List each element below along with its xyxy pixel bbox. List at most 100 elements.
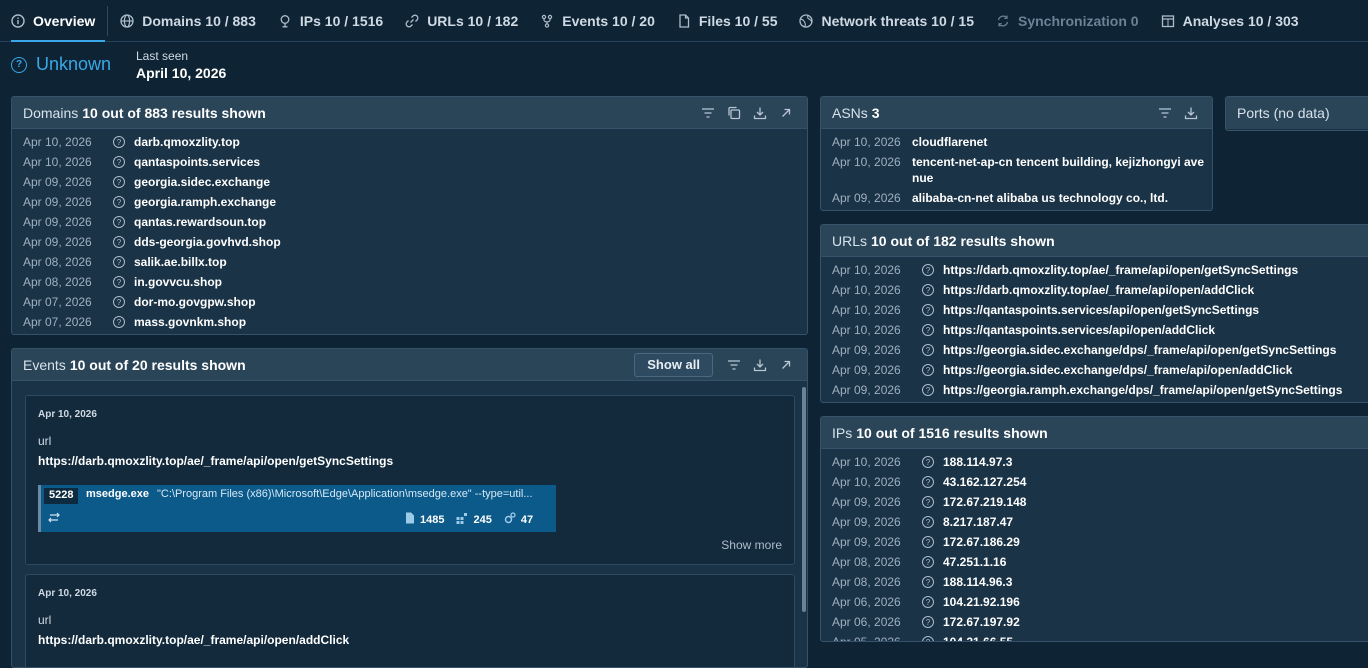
row-value[interactable]: 188.114.96.3 [943, 575, 1012, 589]
download-icon[interactable] [747, 355, 773, 375]
row-value[interactable]: 172.67.219.148 [943, 495, 1026, 509]
filter-icon[interactable] [721, 355, 747, 375]
filter-icon[interactable] [1152, 103, 1178, 123]
list-item[interactable]: Apr 10, 2026? darb.qmoxzlity.top [23, 132, 807, 152]
row-value[interactable]: 172.67.186.29 [943, 535, 1020, 549]
row-value[interactable]: https://georgia.ramph.exchange/dps/_fram… [943, 383, 1342, 397]
expand-arrow-icon[interactable] [773, 355, 799, 375]
row-date: Apr 09, 2026 [23, 175, 92, 189]
list-item[interactable]: Apr 05, 2026? 104.21.66.55 [832, 632, 1368, 641]
scrollbar[interactable] [802, 387, 806, 612]
list-item[interactable]: Apr 08, 2026? salik.ae.billx.top [23, 252, 807, 272]
tab-events[interactable]: Events 10 / 20 [540, 0, 655, 42]
list-item[interactable]: Apr 10, 2026? qantaspoints.services [23, 152, 807, 172]
tab-overview[interactable]: Overview [11, 0, 106, 42]
row-value[interactable]: dds-georgia.govhvd.shop [134, 235, 281, 249]
list-item[interactable]: Apr 06, 2026? 104.21.92.196 [832, 592, 1368, 612]
tab-analyses[interactable]: Analyses 10 / 303 [1161, 0, 1299, 42]
row-value[interactable]: in.govvcu.shop [134, 275, 222, 289]
row-value[interactable]: salik.ae.billx.top [134, 255, 227, 269]
tab-label: Files 10 / 55 [698, 12, 778, 29]
event-card[interactable]: Apr 10, 2026 url https://darb.qmoxzlity.… [25, 574, 795, 667]
row-value[interactable]: 104.21.92.196 [943, 595, 1020, 609]
expand-arrow-icon[interactable] [773, 103, 799, 123]
row-value[interactable]: dor-mo.govgpw.shop [134, 295, 256, 309]
download-icon[interactable] [747, 103, 773, 123]
row-value[interactable]: georgia.sidec.exchange [134, 175, 270, 189]
list-item[interactable]: Apr 09, 2026? qantas.rewardsoun.top [23, 212, 807, 232]
list-item[interactable]: Apr 09, 2026? georgia.ramph.exchange [23, 192, 807, 212]
events-panel-header: Events 10 out of 20 results shown Show a… [12, 349, 807, 381]
copy-icon[interactable] [721, 103, 747, 123]
question-icon: ? [922, 264, 934, 276]
row-value[interactable]: 172.67.197.92 [943, 615, 1020, 629]
row-value[interactable]: 43.162.127.254 [943, 475, 1026, 489]
row-value[interactable]: 47.251.1.16 [943, 555, 1006, 569]
row-date: Apr 10, 2026 [23, 155, 92, 169]
row-value[interactable]: https://georgia.sidec.exchange/dps/_fram… [943, 363, 1292, 377]
row-value[interactable]: qantas.rewardsoun.top [134, 215, 266, 229]
list-item[interactable]: Apr 09, 2026? georgia.sidec.exchange [23, 172, 807, 192]
list-item[interactable]: Apr 10, 2026 tencent-net-ap-cn tencent b… [832, 152, 1212, 169]
tab-ips[interactable]: IPs 10 / 1516 [278, 0, 383, 42]
row-value[interactable]: https://darb.qmoxzlity.top/ae/_frame/api… [943, 263, 1298, 277]
row-date: Apr 09, 2026 [832, 363, 901, 377]
panel-title: Events [23, 356, 66, 373]
list-item[interactable]: Apr 09, 2026 alibaba-cn-net alibaba us t… [832, 188, 1212, 208]
row-value[interactable]: https://georgia.sidec.exchange/dps/_fram… [943, 343, 1336, 357]
tab-synchronization[interactable]: Synchronization 0 [996, 0, 1139, 42]
list-item[interactable]: Apr 10, 2026? 188.114.97.3 [832, 452, 1368, 472]
tab-network-threats[interactable]: Network threats 10 / 15 [799, 0, 974, 42]
tab-domains[interactable]: Domains 10 / 883 [120, 0, 256, 42]
list-item[interactable]: Apr 08, 2026? 47.251.1.16 [832, 552, 1368, 572]
event-date: Apr 10, 2026 [38, 588, 97, 599]
list-item[interactable]: Apr 08, 2026? in.govvcu.shop [23, 272, 807, 292]
row-value[interactable]: 188.114.97.3 [943, 455, 1012, 469]
list-item[interactable]: Apr 10, 2026? https://darb.qmoxzlity.top/… [832, 260, 1368, 280]
list-item[interactable]: Apr 09, 2026? 172.67.186.29 [832, 532, 1368, 552]
list-item[interactable]: Apr 06, 2026? 172.67.197.92 [832, 612, 1368, 632]
download-icon[interactable] [1178, 103, 1204, 123]
row-value[interactable]: qantaspoints.services [134, 155, 260, 169]
filter-icon[interactable] [695, 103, 721, 123]
swap-arrows-icon[interactable] [47, 512, 61, 527]
list-item[interactable]: Apr 10, 2026? https://darb.qmoxzlity.top/… [832, 280, 1368, 300]
list-item[interactable]: Apr 10, 2026? 43.162.127.254 [832, 472, 1368, 492]
row-value[interactable]: darb.qmoxzlity.top [134, 135, 240, 149]
row-value[interactable]: 8.217.187.47 [943, 515, 1013, 529]
list-item[interactable]: Apr 10, 2026? https://qantaspoints.servic… [832, 300, 1368, 320]
last-seen-value: April 10, 2026 [136, 65, 227, 81]
row-value[interactable]: https://qantaspoints.services/api/open/a… [943, 323, 1215, 337]
row-value[interactable]: https://darb.qmoxzlity.top/ae/_frame/api… [943, 283, 1254, 297]
show-more-link[interactable]: Show more [721, 538, 782, 552]
list-item[interactable]: Apr 07, 2026? mass.govnkm.shop [23, 312, 807, 332]
list-item[interactable]: Apr 08, 2026? 188.114.96.3 [832, 572, 1368, 592]
process-stats-row: 1485 245 47 [41, 507, 556, 532]
location-pin-icon [278, 14, 292, 28]
list-item[interactable]: Apr 10, 2026? https://qantaspoints.servic… [832, 320, 1368, 340]
process-stats: 1485 245 47 [405, 507, 546, 532]
tab-files[interactable]: Files 10 / 55 [677, 0, 778, 42]
question-icon: ? [922, 344, 934, 356]
row-value[interactable]: georgia.ramph.exchange [134, 195, 276, 209]
row-value[interactable]: mass.govnkm.shop [134, 315, 246, 329]
panel-count: 3 [871, 104, 880, 121]
list-item[interactable]: Apr 09, 2026? dds-georgia.govhvd.shop [23, 232, 807, 252]
row-date: Apr 09, 2026 [832, 383, 901, 397]
tab-urls[interactable]: URLs 10 / 182 [405, 0, 518, 42]
row-value[interactable]: https://qantaspoints.services/api/open/g… [943, 303, 1259, 317]
info-icon [11, 13, 25, 28]
row-value[interactable]: 104.21.66.55 [943, 635, 1013, 641]
event-card[interactable]: Apr 10, 2026 url https://darb.qmoxzlity.… [25, 395, 795, 565]
verdict-label: Unknown [36, 54, 112, 74]
asns-panel-header: ASNs 3 [821, 97, 1212, 129]
show-all-button[interactable]: Show all [634, 352, 713, 377]
list-item[interactable]: Apr 09, 2026? 8.217.187.47 [832, 512, 1368, 532]
list-item[interactable]: Apr 09, 2026? https://georgia.sidec.excha… [832, 340, 1368, 360]
list-item[interactable]: Apr 07, 2026? dor-mo.govgpw.shop [23, 292, 807, 312]
list-item[interactable]: Apr 09, 2026? https://georgia.ramph.excha… [832, 380, 1368, 400]
list-item[interactable]: Apr 10, 2026 cloudflarenet [832, 132, 1212, 152]
process-card[interactable]: 5228 msedge.exe "C:\Program Files (x86)\… [38, 485, 556, 532]
list-item[interactable]: Apr 09, 2026? https://georgia.sidec.excha… [832, 360, 1368, 380]
list-item[interactable]: Apr 09, 2026? 172.67.219.148 [832, 492, 1368, 512]
